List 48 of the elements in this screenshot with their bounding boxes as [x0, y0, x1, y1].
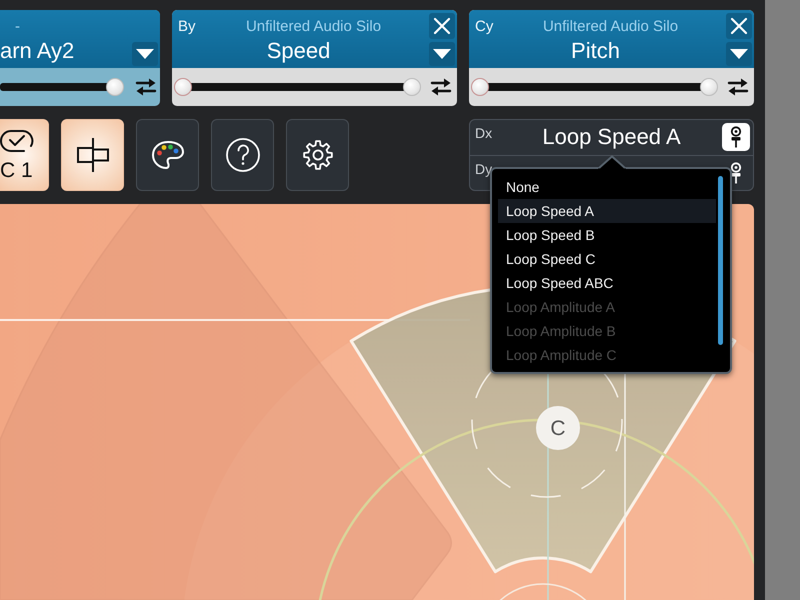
plugin-name: Unfiltered Audio Silo [542, 18, 678, 34]
palette-button[interactable] [136, 119, 199, 191]
caret-icon [136, 49, 154, 59]
plugin-name: Unfiltered Audio Silo [246, 18, 382, 34]
check-ring-icon [0, 128, 34, 154]
close-icon [433, 17, 451, 35]
slider-thumb[interactable] [700, 78, 718, 96]
swap-arrows-icon[interactable] [135, 77, 157, 97]
axis-label: Cy [474, 18, 494, 34]
help-button[interactable] [211, 119, 274, 191]
target-name: Loop Speed A [542, 124, 681, 150]
axis-label: Dy [474, 160, 492, 176]
slider-thumb[interactable] [471, 78, 489, 96]
plugin-name: - [14, 18, 20, 34]
caret-icon [730, 49, 748, 59]
slider-thumb[interactable] [106, 78, 124, 96]
menu-option[interactable]: None [498, 175, 716, 199]
pin-button[interactable] [722, 123, 750, 152]
sync-button[interactable]: C 1 [0, 119, 49, 191]
parameter-name: arn Ay2 [0, 40, 74, 62]
swap-arrows-icon[interactable] [727, 77, 749, 97]
close-button[interactable] [429, 13, 455, 39]
parameter-name: Speed [266, 40, 330, 62]
dropdown-button[interactable] [429, 42, 455, 66]
slider-thumb[interactable] [174, 78, 192, 96]
close-icon [730, 17, 748, 35]
close-button[interactable] [726, 13, 752, 39]
pin-icon [730, 162, 742, 184]
dropdown-button[interactable] [132, 42, 158, 66]
menu-option[interactable]: Loop Speed C [498, 247, 716, 271]
axis-label: By [177, 18, 197, 34]
slider-thumb[interactable] [403, 78, 421, 96]
axis-label: Dx [474, 124, 492, 141]
menu-option[interactable]: Loop Speed ABC [498, 271, 716, 295]
help-icon [224, 137, 260, 173]
pin-icon [730, 126, 742, 148]
align-button[interactable] [61, 119, 124, 191]
menu-option[interactable]: Loop Speed A [498, 199, 716, 223]
settings-button[interactable] [286, 119, 349, 191]
swap-arrows-icon[interactable] [430, 77, 452, 97]
palette-icon [150, 139, 186, 171]
scrollbar[interactable] [718, 176, 723, 345]
dropdown-button[interactable] [726, 42, 752, 66]
menu-option[interactable]: Loop Speed B [498, 223, 716, 247]
caret-icon [433, 49, 451, 59]
parameter-name: Pitch [571, 40, 620, 62]
node-handle[interactable]: C [536, 406, 580, 450]
align-center-icon [74, 137, 110, 173]
